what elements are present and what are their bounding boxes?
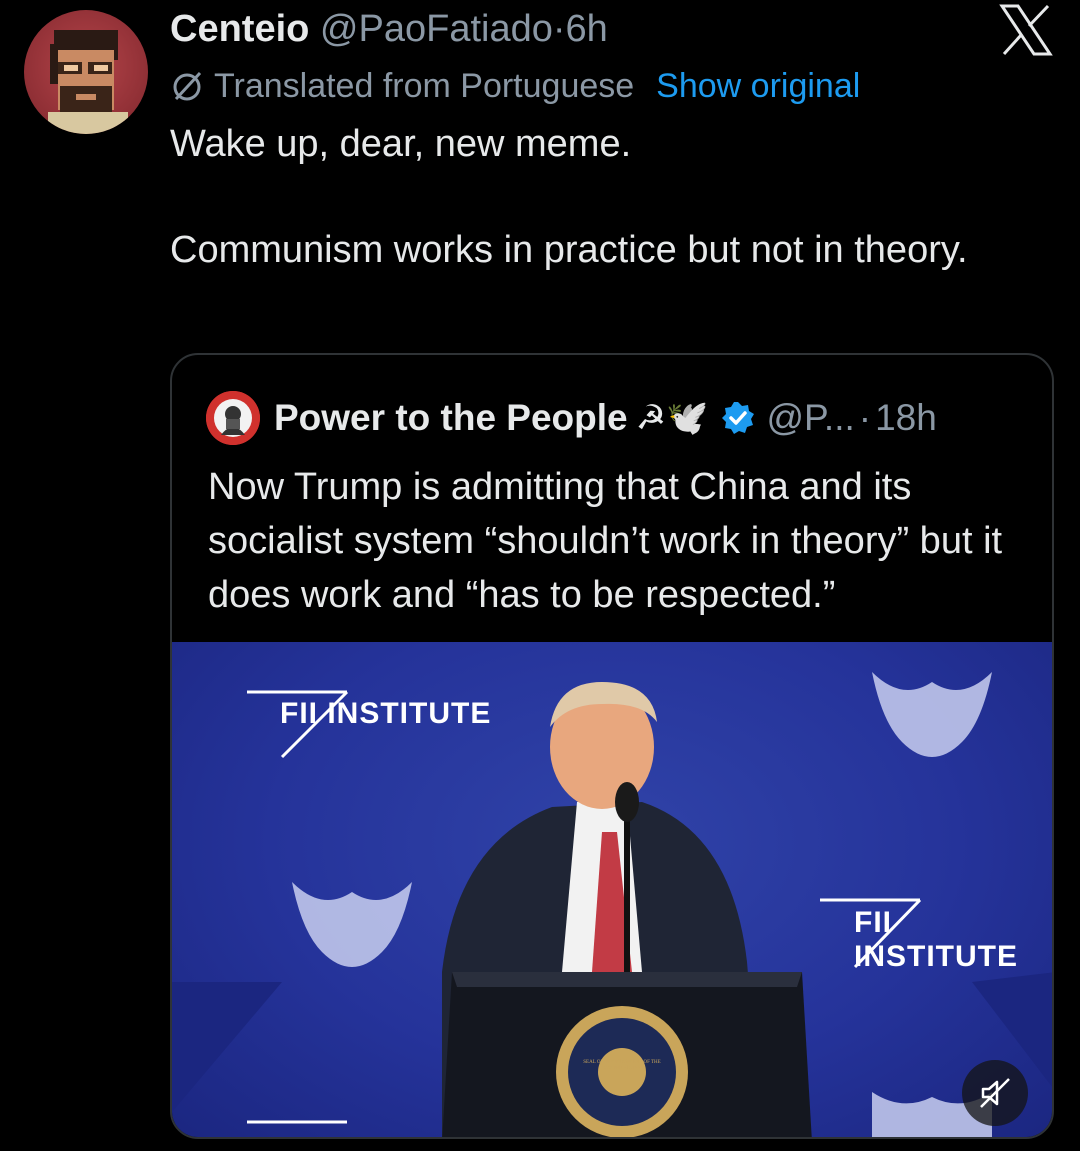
separator-dot: · xyxy=(858,397,872,438)
quoted-tweet-header: Power to the People ☭🕊️ @P... · 18h xyxy=(206,391,937,445)
author-display-name[interactable]: Centeio xyxy=(170,8,309,50)
quoted-author-display-name[interactable]: Power to the People xyxy=(274,395,628,441)
tweet-header: Centeio @PaoFatiado·6h xyxy=(170,6,608,52)
verified-badge-icon xyxy=(720,400,756,436)
tweet-text-line-1: Wake up, dear, new meme. xyxy=(170,123,632,165)
quoted-tweet-time[interactable]: 18h xyxy=(875,395,937,441)
tweet-text: Wake up, dear, new meme. Communism works… xyxy=(170,118,1030,277)
quoted-author-avatar[interactable] xyxy=(206,391,260,445)
name-emoji: ☭🕊️ xyxy=(635,399,709,437)
tweet-time[interactable]: 6h xyxy=(566,8,608,50)
author-avatar[interactable] xyxy=(24,10,148,134)
mute-toggle-button[interactable] xyxy=(962,1060,1028,1126)
tweet-page: Centeio @PaoFatiado·6h Translated from P… xyxy=(0,0,1080,1151)
fii-institute-logo: FII INSTITUTE xyxy=(854,906,1018,973)
tweet-text-line-2: Communism works in practice but not in t… xyxy=(170,229,968,271)
author-handle[interactable]: @PaoFatiado xyxy=(320,8,553,50)
fii-institute-logo: FII INSTITUTE xyxy=(280,697,492,730)
quoted-tweet-text: Now Trump is admitting that China and it… xyxy=(208,466,1003,616)
x-logo-icon[interactable] xyxy=(998,4,1054,56)
translated-label: Translated from Portuguese xyxy=(214,67,635,105)
muted-speaker-icon xyxy=(980,1078,1010,1108)
presidential-seal-text: SEAL OF THE PRESIDENT OF THE UNITED STAT… xyxy=(583,1060,661,1071)
quoted-tweet-video[interactable]: FII INSTITUTE FII INSTITUTE SEAL OF THE … xyxy=(172,642,1052,1137)
translation-notice: Translated from Portuguese Show original xyxy=(170,64,860,108)
quoted-tweet-card[interactable]: Power to the People ☭🕊️ @P... · 18h Now Tr… xyxy=(170,353,1054,1139)
show-original-link[interactable]: Show original xyxy=(656,64,860,108)
separator-dot: · xyxy=(552,8,566,50)
quoted-author-handle[interactable]: @P... xyxy=(766,395,854,441)
translate-icon xyxy=(173,71,202,101)
